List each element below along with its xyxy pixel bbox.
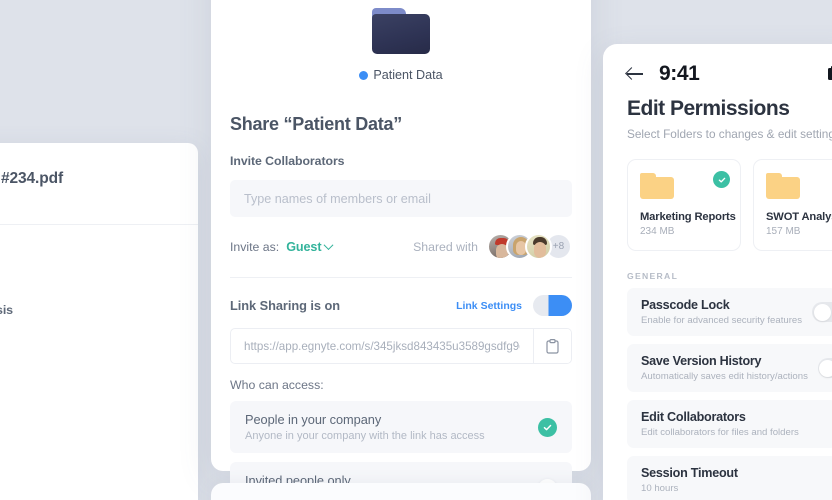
dialog-title: Share “Patient Data”: [230, 114, 572, 135]
secondary-card: [211, 483, 591, 500]
invite-collaborators-input[interactable]: [230, 180, 572, 217]
invite-collaborators-label: Invite Collaborators: [230, 154, 572, 168]
setting-name: Edit Collaborators: [641, 410, 799, 424]
folder-icon: [766, 173, 800, 199]
file-type-label: ocument: [0, 192, 176, 206]
page-title: Edit Permissions: [627, 97, 832, 121]
setting-text: Passcode Lock Enable for advanced securi…: [641, 298, 802, 326]
setting-row-passcode-lock[interactable]: Passcode Lock Enable for advanced securi…: [627, 288, 832, 336]
file-name: nt Jane Doe #234.pdf: [0, 170, 176, 188]
invite-as-row: Invite as: Guest Shared with +8: [230, 233, 572, 278]
share-url-box: [230, 328, 572, 364]
status-dot-icon: [359, 71, 368, 80]
folder-name: Marketing Reports: [640, 211, 728, 223]
folder-name: SWOT Analysis: [766, 211, 832, 223]
radio-selected-icon: [538, 418, 557, 437]
battery-icon: [828, 68, 832, 80]
folder-size: 157 MB: [766, 226, 832, 237]
setting-desc: Automatically saves edit history/actions: [641, 371, 808, 382]
folder-card-marketing-reports[interactable]: Marketing Reports 234 MB: [627, 159, 741, 251]
access-option-name: People in your company: [245, 412, 485, 427]
setting-text: Session Timeout 10 hours: [641, 466, 738, 494]
folder-body: [766, 177, 800, 199]
folder-preview: Patient Data: [230, 0, 572, 82]
clipboard-icon: [546, 339, 559, 354]
folder-name: Patient Data: [373, 68, 442, 82]
selected-check-badge: [713, 171, 730, 188]
detail-row: you: [0, 381, 176, 395]
setting-name: Passcode Lock: [641, 298, 802, 312]
section-label-general: GENERAL: [627, 271, 832, 281]
share-url-input[interactable]: [231, 340, 533, 353]
access-option-desc: Anyone in your company with the link has…: [245, 430, 485, 442]
detail-row: B: [0, 277, 176, 291]
setting-name: Save Version History: [641, 354, 808, 368]
folder-body: [640, 177, 674, 199]
file-details-body: ocument B nt Data/Diagnosis , 2020 2, 20…: [0, 225, 198, 461]
share-dialog: Patient Data Share “Patient Data” Invite…: [211, 0, 591, 471]
screen: nt Jane Doe #234.pdf ocument ocument B n…: [0, 0, 832, 500]
phone-status-bar: 9:41: [627, 44, 832, 78]
copy-link-button[interactable]: [533, 329, 571, 363]
link-sharing-toggle[interactable]: [533, 295, 572, 316]
setting-toggle[interactable]: [812, 302, 832, 322]
status-bar-left: 9:41: [627, 62, 699, 86]
chevron-down-icon: [324, 240, 334, 250]
setting-row-edit-collaborators[interactable]: Edit Collaborators Edit collaborators fo…: [627, 400, 832, 448]
invite-as-group: Invite as: Guest: [230, 240, 332, 254]
detail-row: nt Data/Diagnosis: [0, 303, 176, 317]
access-option-company[interactable]: People in your company Anyone in your co…: [230, 401, 572, 453]
setting-row-session-timeout[interactable]: Session Timeout 10 hours: [627, 456, 832, 500]
avatar: [525, 233, 552, 260]
toggle-knob: [553, 297, 571, 315]
back-arrow-icon[interactable]: [627, 67, 643, 81]
setting-text: Edit Collaborators Edit collaborators fo…: [641, 410, 799, 438]
setting-desc: Enable for advanced security features: [641, 315, 802, 326]
toggle-knob: [814, 304, 831, 321]
spacer: [0, 407, 176, 421]
invite-role-dropdown[interactable]: Guest: [286, 240, 332, 254]
shared-with-label: Shared with: [413, 240, 478, 254]
toggle-knob: [819, 360, 832, 377]
detail-row: , 2020: [0, 329, 176, 343]
edit-permissions-panel: 9:41 Edit Permissions Select Folders to …: [603, 44, 832, 500]
folder-size: 234 MB: [640, 226, 728, 237]
detail-row: 2, 2020: [0, 355, 176, 369]
folder-body: [372, 14, 430, 54]
folder-icon: [640, 173, 674, 199]
detail-row: ocument: [0, 251, 176, 265]
setting-desc: 10 hours: [641, 483, 738, 494]
check-icon: [718, 176, 726, 184]
invite-role-value: Guest: [286, 240, 321, 254]
folder-card-swot-analysis[interactable]: SWOT Analysis 157 MB: [753, 159, 832, 251]
link-sharing-row: Link Sharing is on Link Settings: [230, 295, 572, 316]
link-settings-link[interactable]: Link Settings: [456, 300, 522, 312]
setting-text: Save Version History Automatically saves…: [641, 354, 808, 382]
file-details-header: nt Jane Doe #234.pdf ocument: [0, 143, 198, 225]
folder-icon: [372, 8, 430, 54]
page-subtitle: Select Folders to changes & edit setting: [627, 127, 832, 141]
folder-label-row: Patient Data: [230, 68, 572, 82]
access-option-text: People in your company Anyone in your co…: [245, 412, 485, 442]
folder-grid: Marketing Reports 234 MB SWOT Analysis 1…: [627, 159, 832, 251]
check-icon: [543, 423, 552, 432]
invite-as-label: Invite as:: [230, 240, 279, 254]
setting-toggle[interactable]: [818, 358, 832, 378]
link-sharing-controls: Link Settings: [456, 295, 572, 316]
setting-row-save-version-history[interactable]: Save Version History Automatically saves…: [627, 344, 832, 392]
setting-desc: Edit collaborators for files and folders: [641, 427, 799, 438]
avatar-stack[interactable]: +8: [487, 233, 572, 260]
detail-row: /242344523: [0, 447, 176, 461]
link-sharing-title: Link Sharing is on: [230, 298, 340, 313]
setting-name: Session Timeout: [641, 466, 738, 480]
status-bar-time: 9:41: [659, 62, 699, 86]
file-details-card: nt Jane Doe #234.pdf ocument ocument B n…: [0, 143, 198, 500]
shared-with-group: Shared with +8: [413, 233, 572, 260]
who-can-access-label: Who can access:: [230, 378, 572, 392]
detail-row: te: [0, 421, 176, 435]
